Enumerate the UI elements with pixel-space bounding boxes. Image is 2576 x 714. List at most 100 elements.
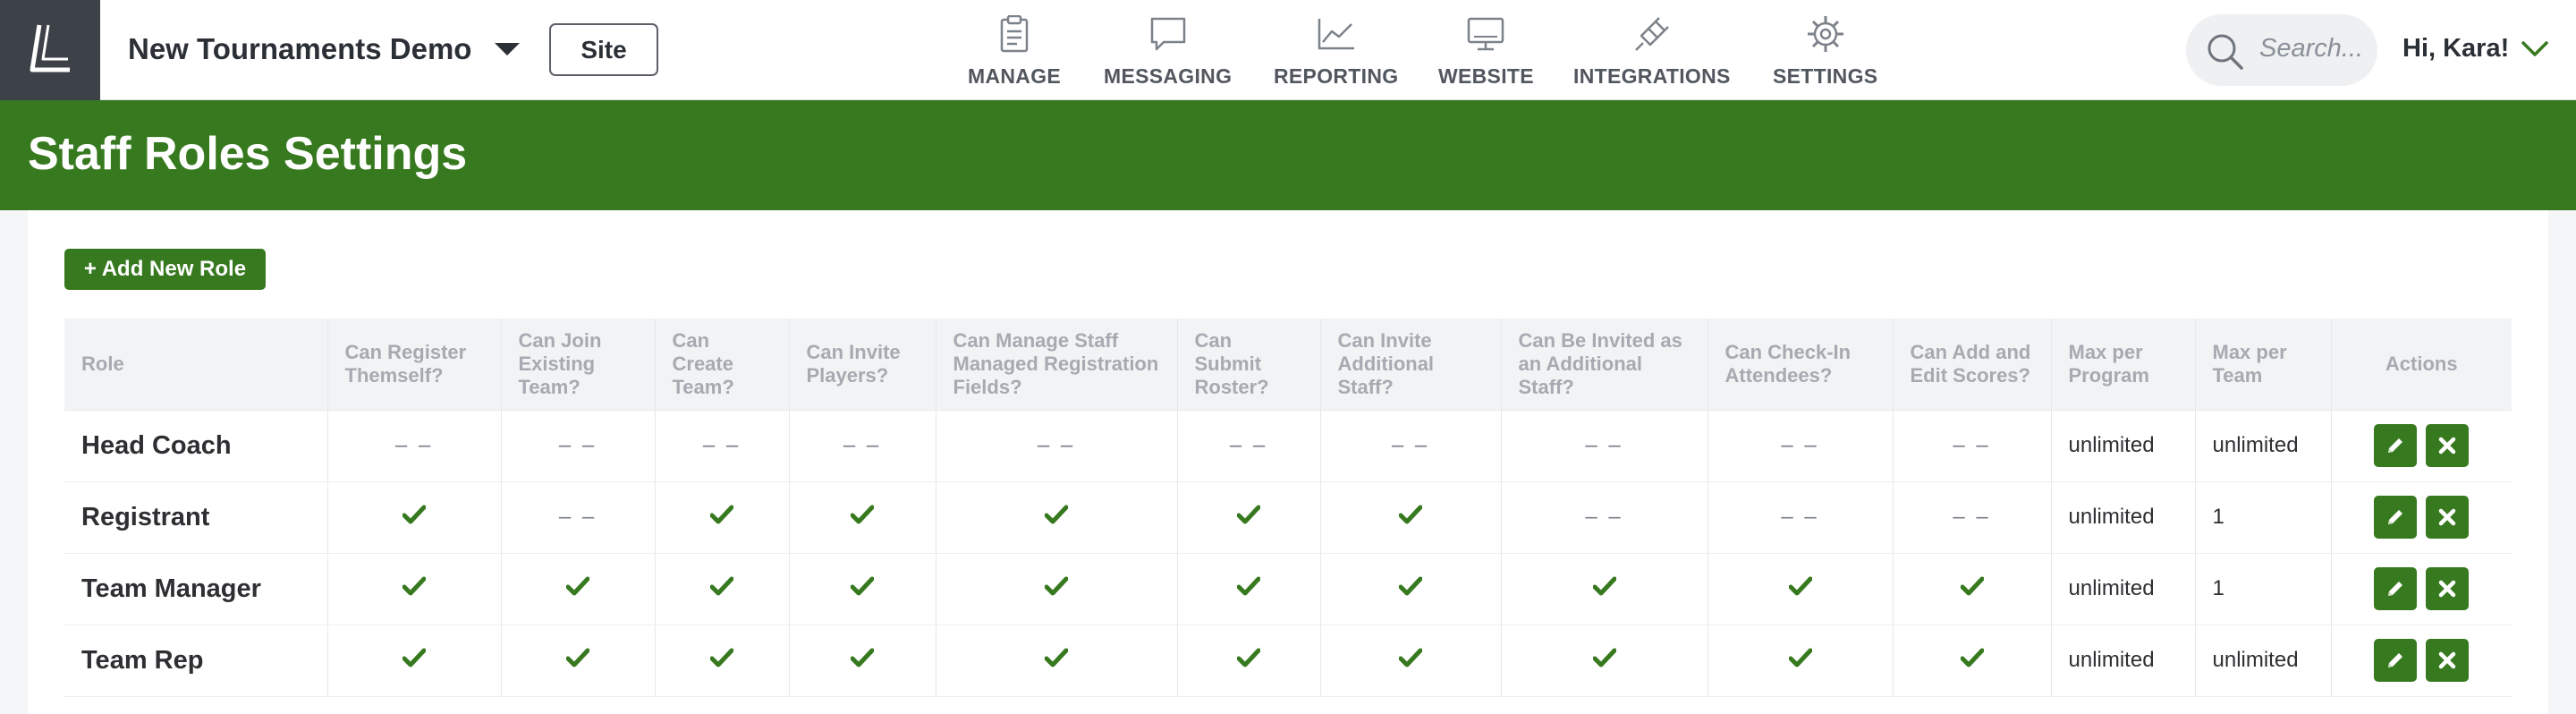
nav-website[interactable]: WEBSITE [1438, 13, 1534, 93]
clipboard-icon [993, 13, 1036, 55]
permission-cell [501, 625, 656, 697]
checkmark-icon [1960, 576, 1984, 602]
dash-placeholder: – – [394, 433, 434, 457]
checkmark-icon [1592, 648, 1616, 674]
chevron-down-icon[interactable] [2521, 39, 2549, 59]
checkmark-icon [1788, 648, 1812, 674]
user-greeting[interactable]: Hi, Kara! [2402, 34, 2509, 64]
nav-reporting-label: REPORTING [1274, 64, 1399, 88]
search-box[interactable]: Search... [2186, 14, 2377, 86]
checkmark-icon [850, 648, 875, 674]
site-button[interactable]: Site [549, 23, 658, 76]
role-name: Head Coach [64, 410, 328, 482]
nav-integrations-label: INTEGRATIONS [1573, 64, 1731, 88]
permission-cell: – – [1893, 481, 2052, 554]
max-per-team: 1 [2195, 481, 2332, 554]
dash-placeholder: – – [1037, 433, 1076, 457]
permission-cell [936, 481, 1178, 554]
table-body: Head Coach – – – – – – – – – – – – – – – – – – – –… [64, 410, 2512, 697]
nav-messaging[interactable]: MESSAGING [1104, 13, 1232, 93]
permission-cell [1893, 625, 2052, 697]
max-per-program: unlimited [2051, 625, 2196, 697]
permission-cell [789, 553, 936, 625]
column-header: Can Check-In Attendees? [1707, 319, 1894, 411]
permission-cell: – – [1893, 410, 2052, 482]
dash-placeholder: – – [558, 433, 597, 457]
nav-manage-label: MANAGE [968, 64, 1062, 88]
org-name[interactable]: New Tournaments Demo [128, 32, 471, 66]
checkmark-icon [709, 576, 734, 602]
actions-cell [2331, 625, 2512, 697]
permission-cell [327, 625, 502, 697]
permission-cell: – – [1501, 481, 1708, 554]
org-dropdown-caret-icon[interactable] [495, 43, 520, 55]
nav-settings[interactable]: SETTINGS [1773, 13, 1877, 93]
permission-cell: – – [1707, 410, 1894, 482]
edit-role-button[interactable] [2374, 639, 2418, 682]
permission-cell [1320, 553, 1502, 625]
checkmark-icon [1592, 576, 1616, 602]
max-per-program: unlimited [2051, 481, 2196, 554]
app-logo[interactable] [0, 0, 100, 100]
column-header: Actions [2331, 319, 2512, 411]
checkmark-icon [1960, 648, 1984, 674]
permission-cell [655, 625, 790, 697]
column-header: Can Invite Players? [789, 319, 936, 411]
checkmark-icon [1788, 576, 1812, 602]
column-header: Can Register Themself? [327, 319, 502, 411]
permission-cell: – – [789, 410, 936, 482]
permission-cell: – – [936, 410, 1178, 482]
permission-cell [655, 481, 790, 554]
permission-cell: – – [1177, 410, 1321, 482]
permission-cell: – – [655, 410, 790, 482]
table-row: Head Coach – – – – – – – – – – – – – – – – – – – –… [64, 410, 2512, 482]
logo-icon [30, 24, 70, 72]
permission-cell [1707, 625, 1894, 697]
delete-role-button[interactable] [2426, 496, 2470, 539]
checkmark-icon [402, 505, 427, 531]
dash-placeholder: – – [1781, 505, 1819, 529]
checkmark-icon [850, 576, 875, 602]
checkmark-icon [1398, 648, 1423, 674]
delete-role-button[interactable] [2426, 567, 2470, 610]
role-name: Team Manager [64, 553, 328, 625]
column-header: Can Manage Staff Managed Registration Fi… [936, 319, 1178, 411]
checkmark-icon [850, 505, 875, 531]
edit-role-button[interactable] [2374, 424, 2418, 467]
permission-cell [1320, 625, 1502, 697]
dash-placeholder: – – [1229, 433, 1268, 457]
search-input[interactable]: Search... [2259, 34, 2363, 64]
chat-bubble-icon [1147, 13, 1190, 55]
permission-cell [1177, 625, 1321, 697]
dash-placeholder: – – [1391, 433, 1430, 457]
edit-role-button[interactable] [2374, 567, 2418, 610]
delete-role-button[interactable] [2426, 639, 2470, 682]
nav-reporting[interactable]: REPORTING [1274, 13, 1398, 93]
nav-manage[interactable]: MANAGE [968, 13, 1061, 93]
nav-integrations[interactable]: INTEGRATIONS [1573, 13, 1731, 93]
add-new-role-button[interactable]: + Add New Role [64, 249, 266, 290]
permission-cell [1177, 481, 1321, 554]
actions-cell [2331, 410, 2512, 482]
permission-cell [936, 625, 1178, 697]
permission-cell [789, 481, 936, 554]
delete-role-button[interactable] [2426, 424, 2470, 467]
checkmark-icon [1236, 505, 1261, 531]
page-title: Staff Roles Settings [28, 128, 468, 180]
column-header: Max per Team [2195, 319, 2332, 411]
dash-placeholder: – – [1585, 505, 1623, 529]
max-per-team: 1 [2195, 553, 2332, 625]
permission-cell [327, 553, 502, 625]
line-chart-icon [1315, 13, 1358, 55]
dash-placeholder: – – [843, 433, 882, 457]
edit-role-button[interactable] [2374, 496, 2418, 539]
permission-cell: – – [327, 410, 502, 482]
dash-placeholder: – – [1781, 433, 1819, 457]
role-name: Registrant [64, 481, 328, 554]
permission-cell [655, 553, 790, 625]
permission-cell [1707, 553, 1894, 625]
checkmark-icon [1044, 576, 1069, 602]
max-per-program: unlimited [2051, 553, 2196, 625]
checkmark-icon [565, 648, 590, 674]
permission-cell [1501, 625, 1708, 697]
